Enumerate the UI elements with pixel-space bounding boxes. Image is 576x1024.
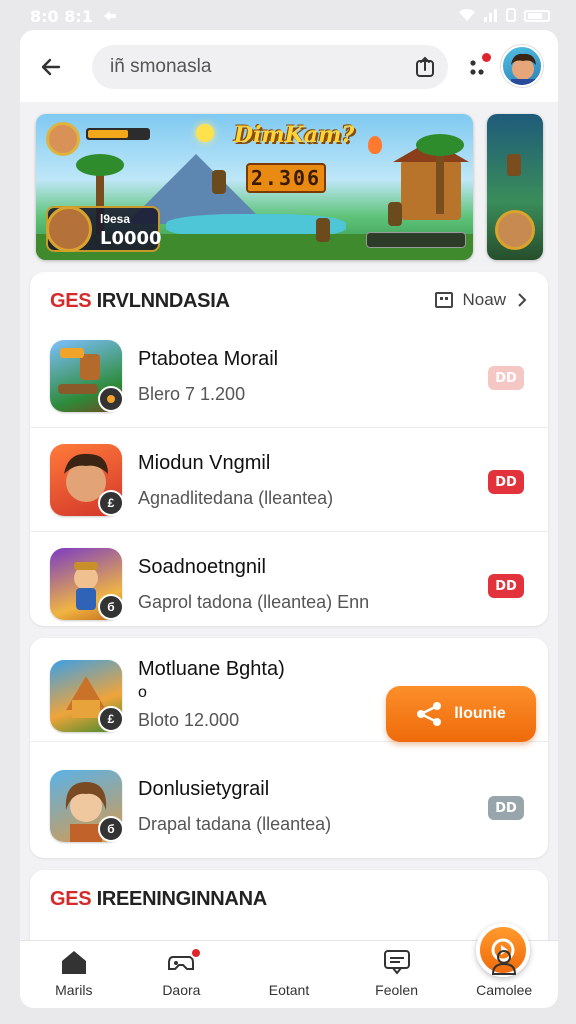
list-item[interactable]: б Donlusietygrail Drapal tadana (lleante…: [30, 754, 548, 858]
banner-profile: l9esa L0000: [46, 206, 162, 252]
palm-tree: [416, 134, 464, 214]
app-tag[interactable]: DD: [488, 470, 524, 494]
app-tag[interactable]: DD: [488, 796, 524, 820]
list-item[interactable]: £ Miodun Vngmil Agnadlitedana (lleantea)…: [30, 428, 548, 532]
app-subtitle: Agnadlitedana (lleantea): [138, 488, 334, 508]
app-badge: [98, 386, 124, 412]
nav-item-games[interactable]: Daora: [128, 941, 236, 1008]
status-bar: 8:0 8:1: [0, 0, 576, 32]
banner-side-character: [507, 154, 521, 176]
banner-player-name: l9esa: [100, 212, 131, 226]
banner-character: [316, 218, 330, 242]
nav-label: Marils: [55, 982, 93, 998]
more-options-button[interactable]: [465, 53, 491, 79]
notification-dot: [189, 947, 202, 959]
nav-label: Eotant: [268, 982, 310, 998]
battery-icon: [524, 10, 550, 22]
banner-temple: [393, 140, 469, 220]
chat-icon: [383, 948, 411, 976]
search-value: iñ smonasla: [110, 56, 212, 77]
back-button[interactable]: [36, 52, 66, 82]
list-item[interactable]: Ptabotea Morail Blero 7 1.200 DD: [30, 324, 548, 428]
banner-character: [212, 170, 226, 194]
app-badge: б: [98, 816, 124, 842]
section-heading-accent: GES: [50, 888, 92, 910]
banner-score: 2.306: [246, 163, 326, 193]
app-badge: £: [98, 706, 124, 732]
app-title: Motluane Bghta): [138, 658, 285, 680]
banner-character: [388, 202, 402, 226]
nav-item-profile[interactable]: Camolee: [450, 941, 558, 1008]
nav-label: Camolee: [476, 982, 533, 998]
chevron-right-icon: [518, 293, 527, 307]
sun-icon: [196, 124, 214, 142]
nav-item-chat[interactable]: Feolen: [343, 941, 451, 1008]
section-card-2: £ Motluane Bghta) o Bloto 12.000 llounie…: [30, 638, 548, 858]
banner-energy-bar: [86, 128, 150, 140]
install-button-label: llounie: [454, 705, 506, 722]
app-tag[interactable]: DD: [488, 574, 524, 598]
arrow-left-icon: [41, 58, 61, 76]
list-item[interactable]: £ Motluane Bghta) o Bloto 12.000 llounie: [30, 638, 548, 742]
avatar-face-icon: [511, 53, 536, 85]
section-heading-accent: GES: [50, 290, 92, 312]
bottom-navigation: Marils Daora Eotant Feolen Camolee: [20, 923, 558, 1008]
section-heading-text: IREENINGINNANA: [96, 888, 268, 910]
share-box-icon: [416, 56, 434, 77]
section-heading-1: GES IRVLNNDASIA: [50, 290, 230, 313]
app-badge: б: [98, 594, 124, 620]
share-action-button[interactable]: [412, 54, 438, 80]
app-tag[interactable]: DD: [488, 366, 524, 390]
sim-icon: [506, 7, 516, 26]
banner-profile-pic: [46, 206, 92, 252]
user-icon: [490, 948, 518, 976]
wifi-icon: [458, 7, 476, 26]
banner-player-icon: [46, 122, 80, 156]
home-icon: [60, 948, 88, 976]
app-subtitle: Blero 7 1.200: [138, 384, 246, 404]
banner-side-avatar: [495, 210, 535, 250]
app-title: Ptabotea Morail: [138, 348, 279, 370]
avatar[interactable]: [501, 45, 543, 87]
view-all-label: Noaw: [462, 290, 506, 309]
status-time: 8:0 8:1: [30, 6, 93, 26]
section-heading-text: IRVLNNDASIA: [96, 290, 230, 312]
app-subtitle: Gaprol tadona (lleantea) Enn: [138, 592, 370, 612]
banner-coins: L0000: [100, 228, 162, 249]
balloon-icon: [368, 136, 382, 154]
banner-title: DimKam?: [234, 122, 355, 148]
nav-label: Feolen: [375, 982, 418, 998]
app-subtitle: Drapal tadana (lleantea): [138, 814, 332, 834]
notification-dot: [482, 53, 491, 62]
app-extra: o: [138, 684, 147, 701]
search-input[interactable]: iñ smonasla: [92, 45, 448, 89]
next-banner-preview[interactable]: [487, 114, 543, 260]
share-install-button[interactable]: llounie: [386, 686, 536, 742]
grid-icon: [434, 292, 453, 308]
app-screen: iñ smonasla DimKam? 2.306 l9esa L0000 GE…: [20, 30, 558, 1008]
app-title: Miodun Vngmil: [138, 452, 271, 474]
app-title: Soadnoetngnil: [138, 556, 266, 578]
app-subtitle: Bloto 12.000: [138, 710, 240, 730]
notification-icon: [103, 7, 117, 26]
app-badge: £: [98, 490, 124, 516]
top-bar: iñ smonasla: [20, 30, 558, 102]
section-heading-3: GES IREENINGINNANA: [50, 888, 267, 911]
view-all-button[interactable]: Noaw: [434, 290, 528, 310]
list-item[interactable]: б Soadnoetngnil Gaprol tadona (lleantea)…: [30, 532, 548, 626]
nav-item-home[interactable]: Marils: [20, 941, 128, 1008]
nav-item-center[interactable]: Eotant: [235, 923, 531, 1008]
app-title: Donlusietygrail: [138, 778, 270, 800]
game-banner[interactable]: DimKam? 2.306 l9esa L0000: [36, 114, 473, 260]
nav-label: Daora: [162, 982, 201, 998]
share-icon: [417, 702, 442, 726]
section-card-1: GES IRVLNNDASIA Noaw Ptabotea Morail Ble…: [30, 272, 548, 626]
signal-icon: [484, 7, 498, 26]
banner-progress-bar: [366, 232, 466, 248]
